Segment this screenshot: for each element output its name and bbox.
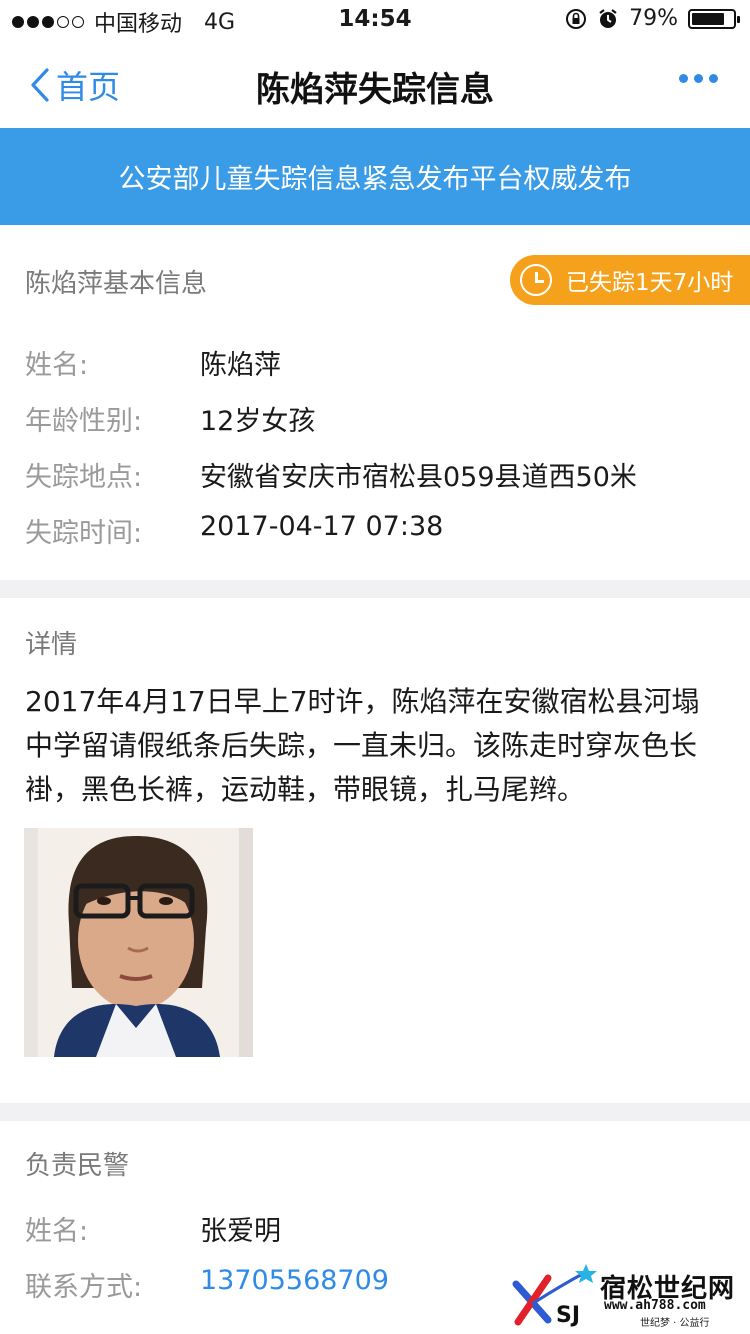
status-right: 79%	[565, 6, 740, 31]
info-row-time: 失踪时间: 2017-04-17 07:38	[25, 511, 443, 550]
missing-duration-text: 已失踪1天7小时	[566, 270, 734, 296]
details-title: 详情	[25, 630, 78, 660]
info-value: 陈焰萍	[200, 350, 281, 381]
police-contact-row: 联系方式: 13705568709	[25, 1265, 389, 1304]
missing-person-photo[interactable]	[24, 828, 253, 1057]
more-dot-icon	[694, 74, 703, 83]
info-row-name: 姓名: 陈焰萍	[25, 343, 281, 382]
details-text: 2017年4月17日早上7时许，陈焰萍在安徽宿松县河塌中学留请假纸条后失踪，一直…	[25, 685, 700, 806]
police-title: 负责民警	[25, 1151, 130, 1181]
site-logo-icon: SJ	[512, 1264, 597, 1328]
rotation-lock-icon	[566, 8, 587, 29]
more-dot-icon	[679, 74, 688, 83]
portrait-image	[24, 828, 253, 1057]
info-label: 年龄性别:	[25, 406, 143, 437]
police-section: 负责民警 姓名: 张爱明 联系方式: 13705568709 SJ 宿松世纪网 …	[0, 1121, 750, 1334]
basic-info-title: 陈焰萍基本信息	[25, 269, 208, 299]
battery-level	[692, 12, 724, 25]
info-label: 联系方式:	[25, 1272, 143, 1303]
police-name-row: 姓名: 张爱明	[25, 1209, 281, 1248]
alarm-icon	[599, 8, 617, 28]
watermark-tagline: 世纪梦 · 公益行	[640, 1318, 710, 1329]
more-dot-icon	[709, 74, 718, 83]
info-row-location: 失踪地点: 安徽省安庆市宿松县059县道西50米	[25, 455, 637, 494]
info-label: 失踪地点:	[25, 462, 143, 493]
logo-letters: SJ	[556, 1303, 580, 1328]
missing-duration-badge: 已失踪1天7小时	[510, 255, 750, 305]
info-label: 失踪时间:	[25, 518, 143, 549]
section-divider	[0, 1103, 750, 1121]
info-value: 2017-04-17 07:38	[200, 511, 444, 542]
page-title: 陈焰萍失踪信息	[256, 70, 494, 110]
banner-text: 公安部儿童失踪信息紧急发布平台权威发布	[118, 164, 632, 195]
info-label: 姓名:	[25, 350, 89, 381]
details-section: 详情 2017年4月17日早上7时许，陈焰萍在安徽宿松县河塌中学留请假纸条后失踪…	[0, 598, 750, 1103]
battery-percent: 79%	[629, 6, 678, 31]
info-value: 12岁女孩	[200, 406, 316, 437]
police-name: 张爱明	[200, 1216, 281, 1247]
phone-link[interactable]: 13705568709	[200, 1265, 389, 1304]
battery-icon	[688, 8, 740, 29]
info-row-age-gender: 年龄性别: 12岁女孩	[25, 399, 315, 438]
authority-banner: 公安部儿童失踪信息紧急发布平台权威发布	[0, 128, 750, 225]
clock-icon	[520, 264, 552, 296]
more-options-button[interactable]	[679, 68, 718, 89]
status-bar: 中国移动 4G 14:54 79%	[0, 0, 750, 40]
info-value: 安徽省安庆市宿松县059县道西50米	[200, 462, 637, 493]
site-watermark: SJ 宿松世纪网 www.ah788.com 世纪梦 · 公益行	[512, 1264, 746, 1330]
basic-info-section: 陈焰萍基本信息 已失踪1天7小时 姓名: 陈焰萍 年龄性别: 12岁女孩 失踪地…	[0, 225, 750, 580]
section-divider	[0, 580, 750, 598]
info-label: 姓名:	[25, 1216, 89, 1247]
watermark-url: www.ah788.com	[604, 1298, 706, 1313]
navigation-bar: 首页 陈焰萍失踪信息	[0, 40, 750, 128]
